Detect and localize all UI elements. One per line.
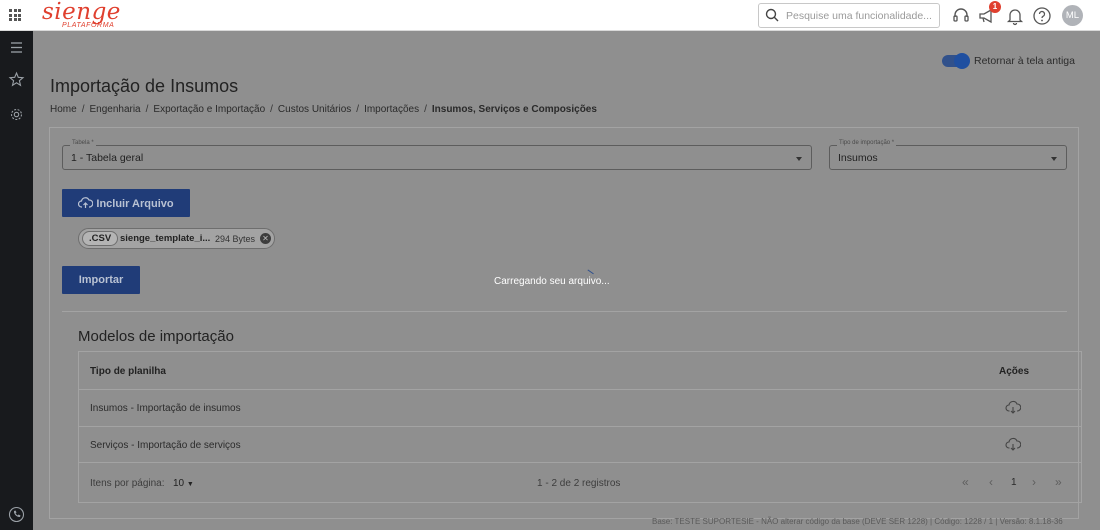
sidebar [0,31,33,530]
items-per-page-select[interactable]: 10 ▼ [173,478,194,489]
breadcrumb-engenharia[interactable]: Engenharia [89,104,140,115]
models-table: Tipo de planilha Ações Insumos - Importa… [78,351,1082,503]
status-bar: Base: TESTE SUPORTESIE - NÃO alterar cód… [652,517,1063,526]
table-header: Tipo de planilha Ações [79,352,1081,390]
tabela-label: Tabela * [70,140,96,146]
last-page-icon[interactable]: » [1055,475,1062,489]
old-screen-toggle[interactable] [942,53,970,69]
avatar[interactable]: ML [1062,5,1083,26]
top-bar: sienge PLATAFORMA 1 ML [0,0,1100,31]
remove-file-icon[interactable]: ✕ [260,233,271,244]
tipo-importacao-value: Insumos [838,152,878,164]
divider [62,311,1067,312]
chevron-down-icon: ▼ [186,481,194,488]
current-page[interactable]: 1 [1011,477,1017,488]
file-chip: .CSV sienge_template_i... 294 Bytes ✕ [78,228,275,249]
breadcrumb: Home / Engenharia / Exportação e Importação /… [50,104,597,115]
loading-text: Carregando seu arquivo... [494,276,610,287]
file-name: sienge_template_i... [120,233,211,244]
breadcrumb-importacoes[interactable]: Importações [364,104,419,115]
tabela-select[interactable]: Tabela * 1 - Tabela geral [62,140,812,170]
logo-subtitle: PLATAFORMA [62,22,115,29]
incluir-arquivo-label: Incluir Arquivo [96,197,174,210]
cloud-upload-icon [78,196,94,208]
col-acoes: Ações [999,366,1030,377]
table-footer: Itens por página: 10 ▼ 1 - 2 de 2 regist… [79,463,1081,501]
search-box[interactable] [758,3,940,28]
next-page-icon[interactable]: › [1032,475,1036,489]
row-tipo: Insumos - Importação de insumos [90,403,241,414]
tipo-importacao-select[interactable]: Tipo de importação * Insumos [829,140,1067,170]
col-tipo-planilha: Tipo de planilha [90,366,166,377]
first-page-icon[interactable]: « [962,475,969,489]
incluir-arquivo-button[interactable]: Incluir Arquivo [62,189,190,217]
row-tipo: Serviços - Importação de serviços [90,440,241,451]
apps-grid-icon[interactable] [9,9,21,21]
bell-icon[interactable] [1005,6,1025,26]
table-row: Insumos - Importação de insumos [79,390,1081,427]
items-per-page-value: 10 [173,478,185,489]
search-icon [765,8,779,22]
headset-icon[interactable] [951,6,971,26]
toggle-label: Retornar à tela antiga [974,55,1075,67]
search-input[interactable] [786,7,936,25]
phone-icon[interactable] [8,506,25,523]
main-content: Retornar à tela antiga Importação de Ins… [33,31,1100,530]
tipo-importacao-label: Tipo de importação * [837,140,897,146]
breadcrumb-current: Insumos, Serviços e Composições [431,104,597,115]
prev-page-icon[interactable]: ‹ [989,475,993,489]
items-per-page-label: Itens por página: [90,478,165,489]
star-icon[interactable] [8,71,25,88]
notification-badge: 1 [989,1,1001,13]
breadcrumb-custos-unitarios[interactable]: Custos Unitários [278,104,351,115]
models-title: Modelos de importação [78,328,234,345]
file-size: 294 Bytes [215,234,256,244]
tabela-value: 1 - Tabela geral [71,152,144,164]
cloud-download-icon[interactable] [1005,400,1021,416]
import-card: Tabela * 1 - Tabela geral Tipo de import… [49,127,1082,519]
table-row: Serviços - Importação de serviços [79,427,1081,463]
page-title: Importação de Insumos [50,76,239,96]
range-text: 1 - 2 de 2 registros [537,478,621,489]
menu-icon[interactable] [8,39,25,56]
breadcrumb-exportacao-importacao[interactable]: Exportação e Importação [153,104,265,115]
breadcrumb-home[interactable]: Home [50,104,77,115]
importar-button[interactable]: Importar [62,266,140,294]
chevron-down-icon [796,157,802,161]
gear-icon[interactable] [8,106,25,123]
help-icon[interactable] [1032,6,1052,26]
file-extension: .CSV [82,231,119,246]
chevron-down-icon [1051,157,1057,161]
cloud-download-icon[interactable] [1005,437,1021,453]
